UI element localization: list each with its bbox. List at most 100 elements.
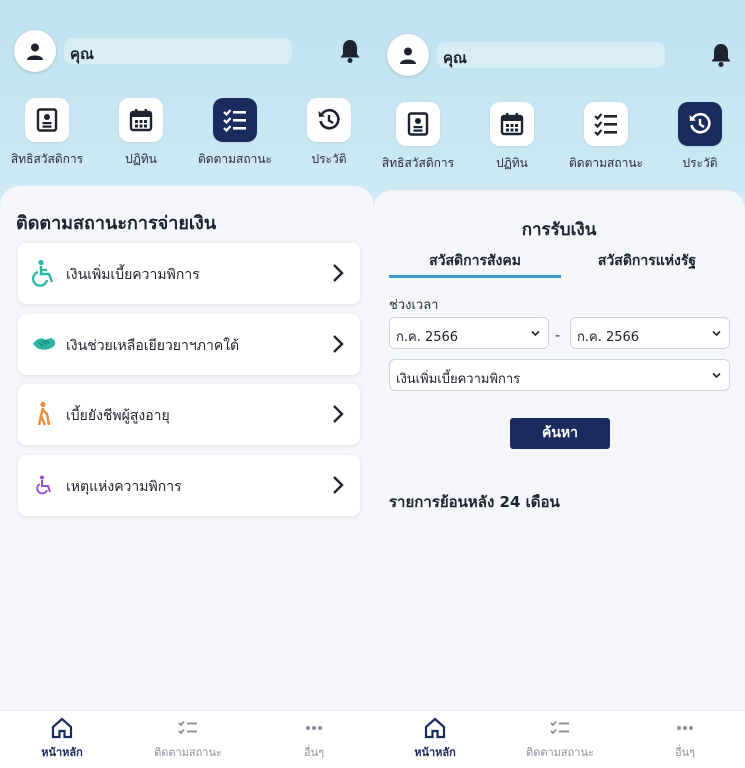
user-name: คุณ — [70, 45, 94, 63]
welfare-type-select[interactable]: เงินเพิ่มเบี้ยความพิการ — [389, 359, 730, 391]
handshake-icon — [33, 338, 56, 350]
quick-history[interactable]: ประวัติ — [284, 98, 374, 169]
history-icon — [318, 109, 340, 130]
elderly-icon — [37, 401, 51, 426]
bottom-nav: หน้าหลัก ติดตามสถานะ อื่นๆ — [373, 710, 745, 768]
nav-more[interactable]: อื่นๆ — [635, 717, 735, 761]
to-month-select[interactable]: ก.ค. 2566 — [570, 317, 730, 349]
chevron-down-icon — [712, 330, 721, 337]
nav-status[interactable]: ติดตามสถานะ — [510, 717, 610, 761]
quick-history[interactable]: ประวัติ — [655, 102, 745, 173]
welfare-type-value: เงินเพิ่มเบี้ยความพิการ — [396, 372, 521, 387]
more-icon — [677, 726, 693, 730]
item-label: เบี้ยยังชีพผู้สูงอายุ — [66, 408, 170, 424]
nav-home-label: หน้าหลัก — [414, 746, 456, 759]
screens: คุณ สิทธิสวัสดิการ ปฏิทิน ติดตามสถานะ ปร… — [0, 0, 745, 768]
wheelchair-icon — [32, 259, 54, 287]
quick-rights-label: สิทธิสวัสดิการ — [381, 156, 455, 170]
list-item[interactable]: เบี้ยยังชีพผู้สูงอายุ — [18, 384, 360, 445]
quick-status-box — [213, 98, 257, 142]
tab-state-welfare[interactable]: สวัสดิการแห่งรัฐ — [561, 250, 733, 278]
chevron-right-icon — [333, 405, 344, 423]
nav-status-label: ติดตามสถานะ — [154, 746, 222, 759]
item-icon-wrap — [30, 330, 58, 358]
search-button[interactable]: ค้นหา — [510, 418, 610, 449]
nav-status-label: ติดตามสถานะ — [526, 746, 594, 759]
chevron-down-icon — [531, 330, 540, 337]
status-screen: คุณ สิทธิสวัสดิการ ปฏิทิน ติดตามสถานะ ปร… — [0, 0, 374, 768]
quick-menu: สิทธิสวัสดิการ ปฏิทิน ติดตามสถานะ ประวัต… — [373, 102, 745, 182]
user-name: คุณ — [443, 49, 467, 67]
chevron-right-icon — [333, 264, 344, 282]
profile-header: คุณ — [0, 28, 374, 78]
more-icon — [306, 726, 322, 730]
quick-calendar-label: ปฏิทิน — [496, 156, 528, 170]
history-icon — [689, 113, 711, 134]
nav-more-icon-wrap — [635, 717, 735, 739]
quick-status-box — [584, 102, 628, 146]
bottom-nav: หน้าหลัก ติดตามสถานะ อื่นๆ — [0, 710, 374, 768]
nav-home[interactable]: หน้าหลัก — [12, 717, 112, 761]
nav-status[interactable]: ติดตามสถานะ — [138, 717, 238, 761]
to-month-value: ก.ค. 2566 — [577, 330, 640, 345]
quick-calendar-box — [119, 98, 163, 142]
quick-history-label: ประวัติ — [682, 156, 718, 170]
name-pill — [64, 38, 292, 64]
quick-rights-box — [396, 102, 440, 146]
from-month-select[interactable]: ก.ค. 2566 — [389, 317, 549, 349]
calendar-icon — [129, 109, 153, 132]
quick-menu: สิทธิสวัสดิการ ปฏิทิน ติดตามสถานะ ประวัต… — [0, 98, 374, 178]
nav-home[interactable]: หน้าหลัก — [385, 717, 485, 761]
quick-rights[interactable]: สิทธิสวัสดิการ — [2, 98, 92, 169]
chevron-right-icon — [333, 335, 344, 353]
user-icon — [400, 47, 416, 64]
bell-icon[interactable] — [709, 42, 733, 68]
checklist-icon — [594, 113, 617, 136]
item-icon-wrap — [30, 400, 58, 428]
nav-status-icon-wrap — [510, 717, 610, 739]
quick-status-label: ติดตามสถานะ — [197, 152, 272, 166]
quick-calendar[interactable]: ปฏิทิน — [467, 102, 557, 173]
list-item[interactable]: เงินเพิ่มเบี้ยความพิการ — [18, 243, 360, 304]
quick-calendar-box — [490, 102, 534, 146]
from-month-value: ก.ค. 2566 — [396, 330, 459, 345]
id-card-icon — [407, 112, 429, 136]
quick-status[interactable]: ติดตามสถานะ — [561, 102, 651, 173]
chevron-down-icon — [712, 372, 721, 379]
nav-more[interactable]: อื่นๆ — [264, 717, 364, 761]
home-icon — [424, 717, 446, 739]
nav-home-icon-wrap — [385, 717, 485, 739]
item-icon-wrap — [30, 259, 58, 287]
nav-more-icon-wrap — [264, 717, 364, 739]
avatar[interactable] — [14, 30, 56, 72]
checklist-icon — [550, 720, 569, 735]
tab-social-welfare[interactable]: สวัสดิการสังคม — [389, 250, 561, 278]
name-pill — [437, 42, 665, 68]
nav-home-label: หน้าหลัก — [41, 746, 83, 759]
profile-header: คุณ — [373, 32, 745, 82]
page-title: การรับเงิน — [521, 220, 597, 240]
home-icon — [51, 717, 73, 739]
quick-status[interactable]: ติดตามสถานะ — [190, 98, 280, 169]
quick-history-box — [307, 98, 351, 142]
history-screen: คุณ สิทธิสวัสดิการ ปฏิทิน ติดตามสถานะ ปร… — [373, 0, 745, 768]
range-separator: - — [555, 328, 561, 344]
item-label: เงินช่วยเหลือเยียวยาฯภาคใต้ — [66, 338, 240, 354]
list-item[interactable]: เหตุแห่งความพิการ — [18, 455, 360, 516]
nav-more-label: อื่นๆ — [303, 746, 325, 759]
item-label: เงินเพิ่มเบี้ยความพิการ — [66, 267, 200, 283]
page-title: ติดตามสถานะการจ่ายเงิน — [16, 213, 217, 234]
calendar-icon — [500, 113, 524, 136]
nav-status-icon-wrap — [138, 717, 238, 739]
quick-rights[interactable]: สิทธิสวัสดิการ — [373, 102, 463, 173]
avatar[interactable] — [387, 34, 429, 76]
user-icon — [27, 43, 43, 60]
item-icon-wrap — [30, 471, 58, 499]
bell-icon[interactable] — [338, 38, 362, 64]
checklist-icon — [223, 109, 246, 132]
disability-icon — [36, 475, 51, 495]
chevron-right-icon — [333, 476, 344, 494]
quick-rights-label: สิทธิสวัสดิการ — [10, 152, 84, 166]
list-item[interactable]: เงินช่วยเหลือเยียวยาฯภาคใต้ — [18, 314, 360, 375]
quick-calendar[interactable]: ปฏิทิน — [96, 98, 186, 169]
